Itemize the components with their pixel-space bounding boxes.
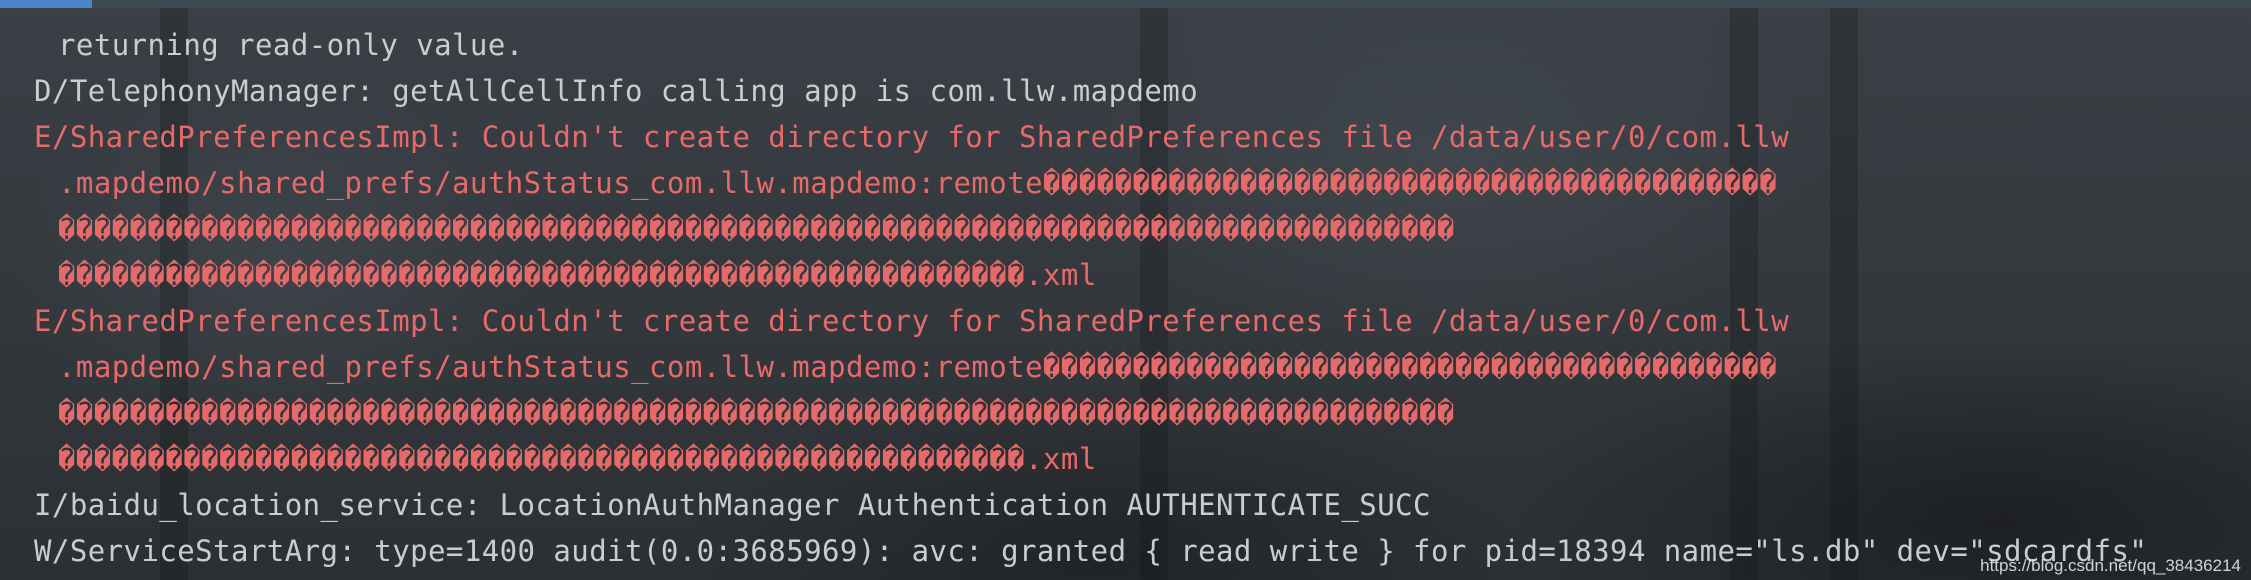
panel-top-border bbox=[0, 0, 2251, 8]
watermark-text: https://blog.csdn.net/qq_38436214 bbox=[1980, 556, 2241, 575]
active-tab-indicator bbox=[0, 0, 92, 8]
log-line[interactable]: E/SharedPreferencesImpl: Couldn't create… bbox=[0, 298, 2251, 344]
log-line[interactable]: ����������������������������������������… bbox=[0, 436, 2251, 482]
logcat-output[interactable]: returning read-only value. D/TelephonyMa… bbox=[0, 22, 2251, 574]
log-line[interactable]: ����������������������������������������… bbox=[0, 390, 2251, 436]
log-line[interactable]: I/baidu_location_service: LocationAuthMa… bbox=[0, 482, 2251, 528]
log-line[interactable]: ����������������������������������������… bbox=[0, 252, 2251, 298]
log-line[interactable]: ����������������������������������������… bbox=[0, 206, 2251, 252]
log-line[interactable]: D/TelephonyManager: getAllCellInfo calli… bbox=[0, 68, 2251, 114]
log-line[interactable]: W/ServiceStartArg: type=1400 audit(0.0:3… bbox=[0, 528, 2251, 574]
log-line[interactable]: .mapdemo/shared_prefs/authStatus_com.llw… bbox=[0, 344, 2251, 390]
log-line[interactable]: .mapdemo/shared_prefs/authStatus_com.llw… bbox=[0, 160, 2251, 206]
log-line[interactable]: E/SharedPreferencesImpl: Couldn't create… bbox=[0, 114, 2251, 160]
log-line[interactable]: returning read-only value. bbox=[0, 22, 2251, 68]
